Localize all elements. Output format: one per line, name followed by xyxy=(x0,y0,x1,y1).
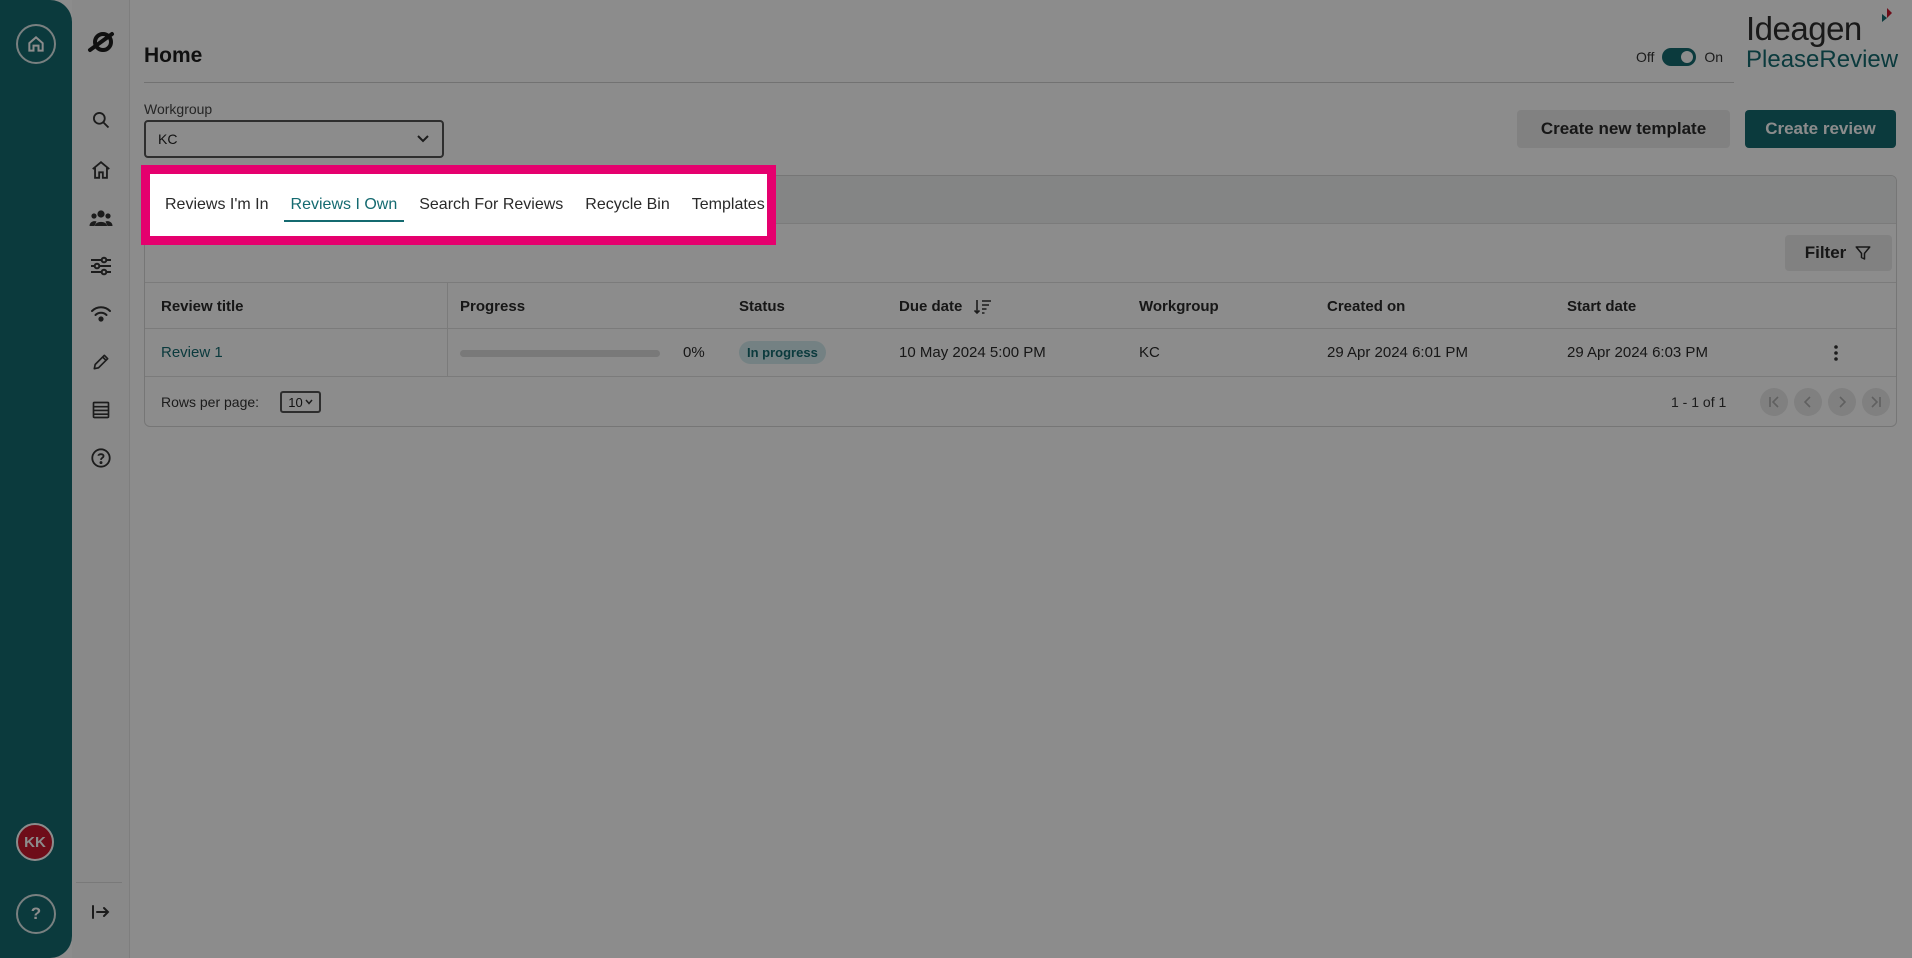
home-hub-icon[interactable] xyxy=(16,24,56,64)
sort-icon[interactable] xyxy=(974,299,992,315)
workgroup-cell: KC xyxy=(1139,344,1160,361)
table-footer: Rows per page: 10 1 - 1 of 1 xyxy=(145,377,1896,426)
mode-toggle[interactable]: Off On xyxy=(1636,48,1723,66)
brand-logo: Ideagen PleaseReview xyxy=(1746,12,1898,72)
create-review-button[interactable]: Create review xyxy=(1745,110,1896,148)
app-logo-icon[interactable] xyxy=(87,28,115,56)
progress-text: 0% xyxy=(683,344,705,361)
tab-recycle-bin[interactable]: Recycle Bin xyxy=(578,188,676,222)
list-icon[interactable] xyxy=(87,396,115,424)
start-date-cell: 29 Apr 2024 6:03 PM xyxy=(1567,344,1708,361)
create-template-button[interactable]: Create new template xyxy=(1517,110,1730,148)
progress-bar xyxy=(460,350,660,357)
filter-label: Filter xyxy=(1804,243,1847,262)
rows-per-page-select[interactable]: 10 xyxy=(280,391,321,413)
brand-product: PleaseReview xyxy=(1746,46,1899,73)
last-page-icon[interactable] xyxy=(1862,388,1890,416)
toggle-off-label: Off xyxy=(1636,49,1655,65)
column-header-due-date[interactable]: Due date xyxy=(899,298,992,315)
rows-per-page-value: 10 xyxy=(288,394,303,410)
created-on-cell: 29 Apr 2024 6:01 PM xyxy=(1327,344,1468,361)
page-title: Home xyxy=(144,44,203,67)
status-badge: In progress xyxy=(739,341,826,364)
review-title-link[interactable]: Review 1 xyxy=(161,344,223,361)
tab-search-for-reviews[interactable]: Search For Reviews xyxy=(412,188,570,222)
avatar[interactable]: KK xyxy=(16,823,54,861)
column-header[interactable]: Start date xyxy=(1567,298,1636,315)
home-icon[interactable] xyxy=(87,156,115,184)
toggle-on-label: On xyxy=(1704,49,1724,65)
table-header: Review title Progress Status Due date Wo… xyxy=(145,282,1896,329)
main-content: Home Off On Ideagen PleaseReview Workgro… xyxy=(131,0,1912,958)
brand-mark-icon xyxy=(1882,8,1892,22)
row-menu-icon[interactable] xyxy=(1825,341,1847,365)
sidebar-divider xyxy=(76,882,122,883)
workgroup-select[interactable]: KC xyxy=(144,120,444,158)
search-icon[interactable] xyxy=(87,106,115,134)
tab-reviews-im-in[interactable]: Reviews I'm In xyxy=(158,188,276,222)
next-page-icon[interactable] xyxy=(1828,388,1856,416)
toggle-switch[interactable] xyxy=(1662,48,1697,66)
workgroup-label: Workgroup xyxy=(144,101,213,117)
workgroup-value: KC xyxy=(158,131,178,147)
filter-icon xyxy=(1855,246,1871,260)
due-date-cell: 10 May 2024 5:00 PM xyxy=(899,344,1046,361)
column-header[interactable]: Status xyxy=(739,298,785,315)
collapse-icon[interactable] xyxy=(87,898,115,926)
filter-button[interactable]: Filter xyxy=(1785,235,1892,271)
signal-icon[interactable] xyxy=(87,300,115,328)
tab-reviews-i-own[interactable]: Reviews I Own xyxy=(283,188,405,222)
tabs-highlight: Reviews I'm In Reviews I Own Search For … xyxy=(141,165,776,245)
app-rail: KK ? xyxy=(0,0,72,958)
column-header[interactable]: Progress xyxy=(460,298,525,315)
pen-icon[interactable] xyxy=(87,348,115,376)
table-row[interactable]: Review 1 0% In progress 10 May 2024 5:00… xyxy=(145,329,1896,377)
column-header[interactable]: Created on xyxy=(1327,298,1405,315)
first-page-icon[interactable] xyxy=(1760,388,1788,416)
rows-per-page-label: Rows per page: xyxy=(161,394,260,410)
previous-page-icon[interactable] xyxy=(1794,388,1822,416)
column-header[interactable]: Review title xyxy=(161,298,244,315)
help-circle-icon[interactable] xyxy=(87,444,115,472)
icon-sidebar xyxy=(72,0,130,958)
sliders-icon[interactable] xyxy=(87,252,115,280)
chevron-down-icon xyxy=(417,135,429,143)
brand-name: Ideagen xyxy=(1746,10,1862,47)
header-divider xyxy=(144,82,1734,83)
column-header[interactable]: Workgroup xyxy=(1139,298,1219,315)
tab-templates[interactable]: Templates xyxy=(685,188,772,222)
rail-help-button[interactable]: ? xyxy=(16,894,56,934)
column-header-label: Due date xyxy=(899,298,963,315)
pagination-range: 1 - 1 of 1 xyxy=(1671,394,1727,410)
chevron-down-icon xyxy=(305,399,313,405)
users-icon[interactable] xyxy=(87,204,115,232)
